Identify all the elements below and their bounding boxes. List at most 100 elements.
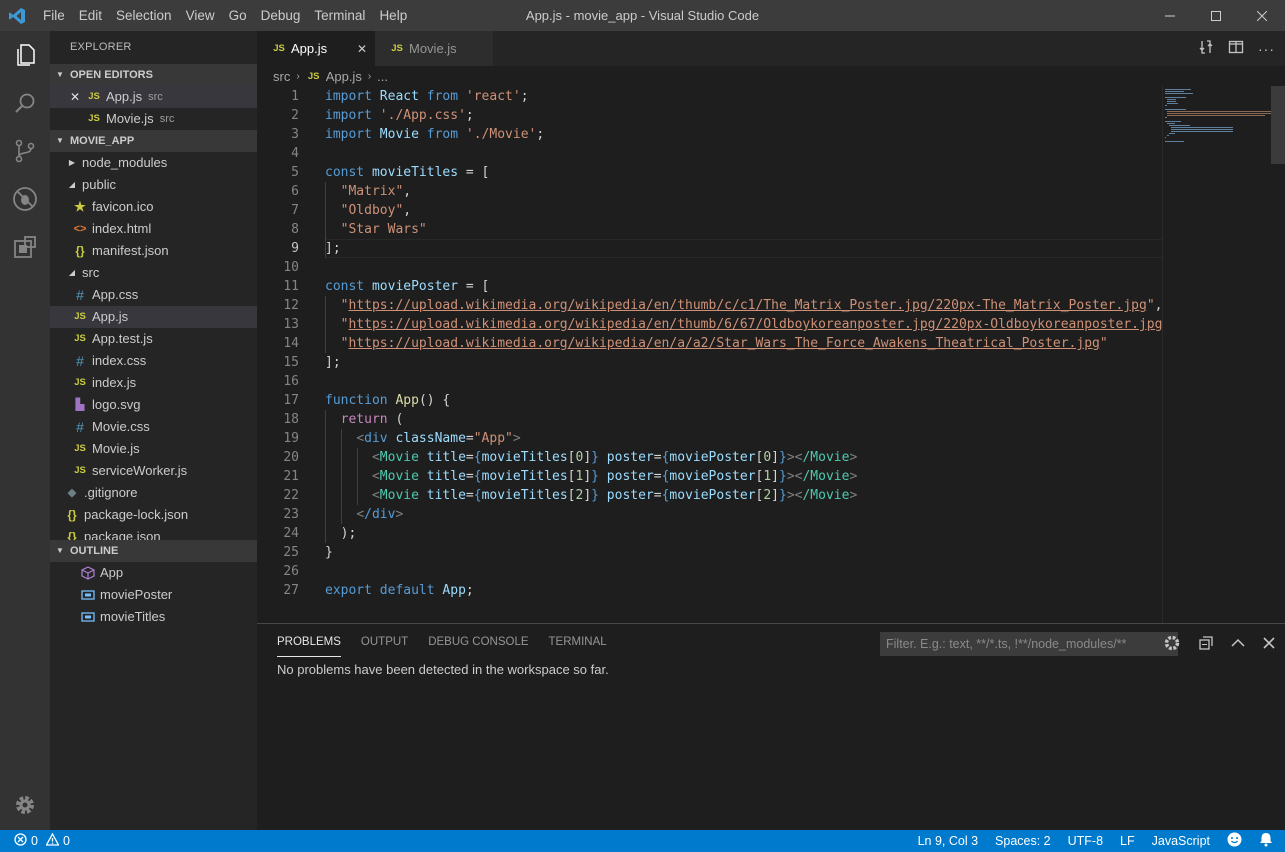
tree-item-service-worker-js[interactable]: JS serviceWorker.js <box>50 460 257 482</box>
code-line[interactable]: 13 "https://upload.wikimedia.org/wikiped… <box>257 315 1162 334</box>
code-line[interactable]: 9]; <box>257 239 1162 258</box>
outline-item-movie-poster[interactable]: moviePoster <box>50 584 257 606</box>
code-line[interactable]: 15]; <box>257 353 1162 372</box>
tab-terminal[interactable]: TERMINAL <box>549 635 607 657</box>
tab-movie-js[interactable]: JS Movie.js <box>375 31 493 66</box>
menu-terminal[interactable]: Terminal <box>307 8 372 23</box>
code-line[interactable]: 27 export default App; <box>257 581 1162 600</box>
filter-settings-icon[interactable] <box>1163 634 1181 655</box>
tree-item-gitignore[interactable]: ◆ .gitignore <box>50 482 257 504</box>
menu-view[interactable]: View <box>179 8 222 23</box>
tree-item-movie-js[interactable]: JS Movie.js <box>50 438 257 460</box>
code-line[interactable]: 7 "Oldboy", <box>257 201 1162 220</box>
menu-help[interactable]: Help <box>372 8 414 23</box>
code-line[interactable]: 10 <box>257 258 1162 277</box>
tree-item-node-modules[interactable]: ▶ node_modules <box>50 152 257 174</box>
explorer-icon[interactable] <box>0 31 50 79</box>
code-line[interactable]: 20 <Movie title={movieTitles[0]} poster=… <box>257 448 1162 467</box>
tree-item-logo-svg[interactable]: ▙ logo.svg <box>50 394 257 416</box>
close-icon[interactable]: ✕ <box>70 86 86 108</box>
code-line[interactable]: 17 function App() { <box>257 391 1162 410</box>
outline-header[interactable]: ▼ OUTLINE <box>50 540 257 562</box>
code-line[interactable]: 8 "Star Wars" <box>257 220 1162 239</box>
tab-debug-console[interactable]: DEBUG CONSOLE <box>428 635 528 657</box>
open-editor-movie-js[interactable]: JS Movie.js src <box>50 108 257 130</box>
debug-icon[interactable] <box>0 175 50 223</box>
code-line[interactable]: 1 import React from 'react'; <box>257 87 1162 106</box>
code-line[interactable]: 2 import './App.css'; <box>257 106 1162 125</box>
tree-item-app-css[interactable]: # App.css <box>50 284 257 306</box>
code-editor[interactable]: 1 import React from 'react'; 2 import './Ap… <box>257 86 1162 623</box>
code-line[interactable]: 5 const movieTitles = [ <box>257 163 1162 182</box>
code-line[interactable]: 19 <div className="App"> <box>257 429 1162 448</box>
outline-item-app[interactable]: App <box>50 562 257 584</box>
close-panel-icon[interactable] <box>1263 636 1275 652</box>
breadcrumb-more[interactable]: ... <box>377 69 388 84</box>
open-changes-icon[interactable] <box>1198 39 1214 58</box>
indentation[interactable]: Spaces: 2 <box>995 834 1051 848</box>
code-line[interactable]: 24 ); <box>257 524 1162 543</box>
source-control-icon[interactable] <box>0 127 50 175</box>
code-line[interactable]: 21 <Movie title={movieTitles[1]} poster=… <box>257 467 1162 486</box>
tree-item-index-html[interactable]: <> index.html <box>50 218 257 240</box>
menu-file[interactable]: File <box>36 8 72 23</box>
tab-problems[interactable]: PROBLEMS <box>277 635 341 657</box>
collapse-all-icon[interactable] <box>1199 635 1213 653</box>
more-actions-icon[interactable]: ··· <box>1258 41 1275 57</box>
outline-item-movie-titles[interactable]: movieTitles <box>50 606 257 628</box>
tree-item-package-json[interactable]: {} package.json <box>50 526 257 540</box>
scrollbar-thumb[interactable] <box>1271 86 1285 164</box>
cursor-position[interactable]: Ln 9, Col 3 <box>918 834 978 848</box>
tree-item-app-test-js[interactable]: JS App.test.js <box>50 328 257 350</box>
menu-debug[interactable]: Debug <box>254 8 308 23</box>
tab-output[interactable]: OUTPUT <box>361 635 408 657</box>
notifications-bell-icon[interactable] <box>1259 832 1273 850</box>
tab-app-js[interactable]: JS App.js ✕ <box>257 31 375 66</box>
tree-item-public[interactable]: ◢ public <box>50 174 257 196</box>
open-editors-header[interactable]: ▼ OPEN EDITORS <box>50 64 257 86</box>
code-line[interactable]: 12 "https://upload.wikimedia.org/wikiped… <box>257 296 1162 315</box>
code-line[interactable]: 16 <box>257 372 1162 391</box>
tree-item-package-lock-json[interactable]: {} package-lock.json <box>50 504 257 526</box>
menu-edit[interactable]: Edit <box>72 8 109 23</box>
encoding[interactable]: UTF-8 <box>1068 834 1103 848</box>
code-line[interactable]: 23 </div> <box>257 505 1162 524</box>
code-line[interactable]: 18 return ( <box>257 410 1162 429</box>
settings-gear-icon[interactable] <box>0 781 50 829</box>
extensions-icon[interactable] <box>0 223 50 271</box>
minimap[interactable] <box>1162 86 1285 623</box>
minimize-button[interactable] <box>1147 0 1193 31</box>
code-line[interactable]: 3 import Movie from './Movie'; <box>257 125 1162 144</box>
maximize-panel-icon[interactable] <box>1231 636 1245 653</box>
search-icon[interactable] <box>0 79 50 127</box>
breadcrumb-file[interactable]: App.js <box>326 69 362 84</box>
split-editor-icon[interactable] <box>1228 39 1244 58</box>
menu-go[interactable]: Go <box>222 8 254 23</box>
tree-item-index-css[interactable]: # index.css <box>50 350 257 372</box>
menu-selection[interactable]: Selection <box>109 8 179 23</box>
code-line[interactable]: 11 const moviePoster = [ <box>257 277 1162 296</box>
project-header[interactable]: ▼ MOVIE_APP <box>50 130 257 152</box>
code-line[interactable]: 22 <Movie title={movieTitles[2]} poster=… <box>257 486 1162 505</box>
code-line[interactable]: 14 "https://upload.wikimedia.org/wikiped… <box>257 334 1162 353</box>
breadcrumb-folder[interactable]: src <box>273 69 290 84</box>
problems-status[interactable]: 0 0 <box>0 832 70 849</box>
close-window-button[interactable] <box>1239 0 1285 31</box>
code-line[interactable]: 4 <box>257 144 1162 163</box>
tree-item-index-js[interactable]: JS index.js <box>50 372 257 394</box>
open-editor-app-js[interactable]: ✕ JS App.js src <box>50 86 257 108</box>
tree-item-app-js[interactable]: JS App.js <box>50 306 257 328</box>
close-icon[interactable]: ✕ <box>357 42 367 56</box>
tree-item-src[interactable]: ◢ src <box>50 262 257 284</box>
code-line[interactable]: 25} <box>257 543 1162 562</box>
tree-item-favicon[interactable]: ★ favicon.ico <box>50 196 257 218</box>
language-mode[interactable]: JavaScript <box>1152 834 1210 848</box>
maximize-button[interactable] <box>1193 0 1239 31</box>
code-line[interactable]: 6 "Matrix", <box>257 182 1162 201</box>
tree-item-movie-css[interactable]: # Movie.css <box>50 416 257 438</box>
tree-item-manifest-json[interactable]: {} manifest.json <box>50 240 257 262</box>
code-line[interactable]: 26 <box>257 562 1162 581</box>
end-of-line[interactable]: LF <box>1120 834 1135 848</box>
problems-filter-input[interactable]: Filter. E.g.: text, **/*.ts, !**/node_mo… <box>880 632 1178 656</box>
feedback-smiley-icon[interactable] <box>1227 832 1242 850</box>
